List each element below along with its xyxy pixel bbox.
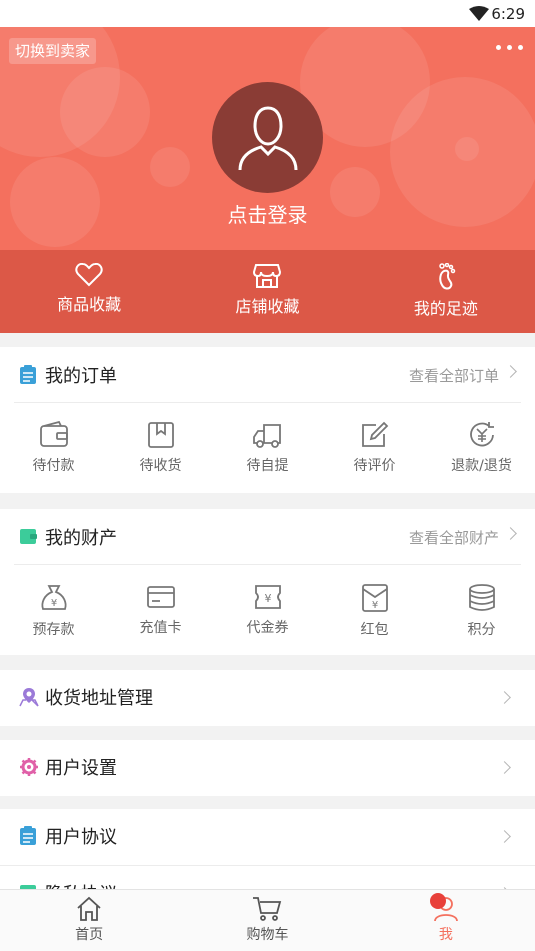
truck-icon xyxy=(252,424,281,448)
switch-to-seller-button[interactable]: 切换到卖家 xyxy=(9,38,97,64)
voucher-icon: ¥ xyxy=(254,585,281,609)
tab-me-label: 我 xyxy=(438,927,453,943)
chevron-right-icon xyxy=(498,691,511,704)
edit-icon xyxy=(361,421,388,447)
user-settings-row[interactable]: 用户设置 xyxy=(0,740,535,796)
asset-recharge-card[interactable]: 充值卡 xyxy=(107,565,214,655)
order-pending-payment[interactable]: 待付款 xyxy=(0,403,107,493)
refund-icon xyxy=(469,422,494,447)
cart-icon xyxy=(253,897,282,921)
heart-icon xyxy=(75,263,103,287)
chevron-right-icon xyxy=(498,761,511,774)
user-silhouette-icon xyxy=(238,105,297,170)
address-management-row[interactable]: 收货地址管理 xyxy=(0,670,535,726)
assets-card: 我的财产 查看全部财产 ¥ 预存款 充值卡 ¥ 代金券 ¥ 红包 积分 xyxy=(0,509,535,655)
address-management-label: 收货地址管理 xyxy=(45,688,153,709)
footprints-button[interactable]: 我的足迹 xyxy=(357,250,535,333)
orders-card: 我的订单 查看全部订单 待付款 待收货 待自提 待评价 退款/退货 xyxy=(0,347,535,493)
store-icon xyxy=(253,264,282,288)
asset-points[interactable]: 积分 xyxy=(428,565,535,655)
coins-icon xyxy=(468,584,495,611)
footprints-label: 我的足迹 xyxy=(413,299,478,318)
order-pending-payment-label: 待付款 xyxy=(32,458,75,474)
favorite-stores-button[interactable]: 店铺收藏 xyxy=(178,250,356,333)
svg-text:¥: ¥ xyxy=(371,600,377,611)
clipboard-icon xyxy=(20,365,36,384)
asset-red-envelope-label: 红包 xyxy=(360,622,389,638)
asset-voucher-label: 代金券 xyxy=(246,620,289,636)
user-agreement-row[interactable]: 用户协议 xyxy=(0,809,535,865)
red-envelope-icon: ¥ xyxy=(361,584,388,612)
view-all-orders-link[interactable]: 查看全部订单 xyxy=(409,365,499,386)
asset-red-envelope[interactable]: ¥ 红包 xyxy=(321,565,428,655)
user-settings-label: 用户设置 xyxy=(45,758,117,779)
user-agreement-label: 用户协议 xyxy=(45,827,117,848)
asset-recharge-card-label: 充值卡 xyxy=(139,620,182,636)
favorites-bar: 商品收藏 店铺收藏 我的足迹 xyxy=(0,250,535,333)
footprint-icon xyxy=(439,263,456,290)
asset-deposit[interactable]: ¥ 预存款 xyxy=(0,565,107,655)
home-icon xyxy=(77,896,101,921)
order-pending-review-label: 待评价 xyxy=(353,458,396,474)
assets-title: 我的财产 xyxy=(45,528,117,549)
status-time: 6:29 xyxy=(491,5,525,23)
favorite-products-button[interactable]: 商品收藏 xyxy=(0,250,178,333)
profile-header: 切换到卖家 点击登录 商品收藏 店铺收藏 我的足迹 xyxy=(0,27,535,333)
notification-badge xyxy=(430,893,446,909)
orders-title: 我的订单 xyxy=(45,366,117,387)
settings-icon xyxy=(20,758,38,776)
view-all-assets-link[interactable]: 查看全部财产 xyxy=(409,527,499,548)
login-link[interactable]: 点击登录 xyxy=(0,199,535,228)
order-refund-label: 退款/退货 xyxy=(451,458,512,474)
tab-home[interactable]: 首页 xyxy=(0,890,178,951)
orders-header[interactable]: 我的订单 查看全部订单 xyxy=(14,347,521,403)
tab-cart-label: 购物车 xyxy=(246,927,289,943)
status-bar: 6:29 xyxy=(0,0,535,27)
wifi-icon xyxy=(469,6,489,26)
chevron-right-icon xyxy=(504,527,517,540)
more-options-icon[interactable] xyxy=(496,45,523,50)
chevron-right-icon xyxy=(498,830,511,843)
order-pending-receipt[interactable]: 待收货 xyxy=(107,403,214,493)
svg-text:¥: ¥ xyxy=(264,592,271,605)
wallet-filled-icon xyxy=(20,529,37,544)
asset-voucher[interactable]: ¥ 代金券 xyxy=(214,565,321,655)
avatar[interactable] xyxy=(212,82,323,193)
order-pending-review[interactable]: 待评价 xyxy=(321,403,428,493)
money-bag-icon: ¥ xyxy=(41,585,66,610)
favorite-stores-label: 店铺收藏 xyxy=(235,297,300,316)
box-icon xyxy=(147,422,174,448)
agreement-icon xyxy=(20,826,36,845)
tab-home-label: 首页 xyxy=(75,927,104,943)
order-refund[interactable]: 退款/退货 xyxy=(428,403,535,493)
wallet-icon xyxy=(39,421,68,447)
bottom-tab-bar: 首页 购物车 我 xyxy=(0,889,535,951)
svg-text:¥: ¥ xyxy=(50,598,56,609)
assets-header[interactable]: 我的财产 查看全部财产 xyxy=(14,509,521,565)
location-icon xyxy=(19,688,39,707)
chevron-right-icon xyxy=(504,365,517,378)
asset-points-label: 积分 xyxy=(467,622,496,638)
tab-cart[interactable]: 购物车 xyxy=(178,890,356,951)
card-icon xyxy=(146,586,175,608)
favorite-products-label: 商品收藏 xyxy=(57,295,122,314)
asset-deposit-label: 预存款 xyxy=(32,622,75,638)
order-pending-receipt-label: 待收货 xyxy=(139,458,182,474)
order-pending-pickup[interactable]: 待自提 xyxy=(214,403,321,493)
order-pending-pickup-label: 待自提 xyxy=(246,458,289,474)
